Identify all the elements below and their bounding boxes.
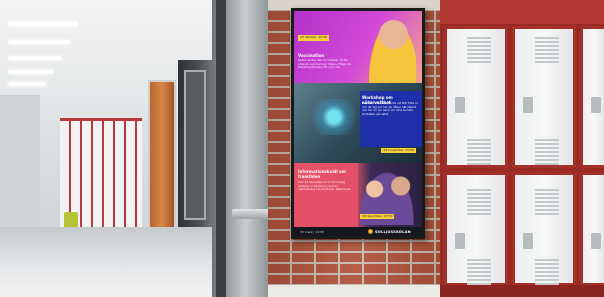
sun-logo-icon	[368, 229, 373, 234]
locker-door	[580, 26, 604, 168]
hallway-floor	[0, 227, 212, 297]
tile-date: 18 december, 17:30	[360, 213, 395, 219]
steel-door-frame	[212, 0, 276, 297]
locker-latch	[523, 97, 533, 113]
ceiling-light	[8, 70, 54, 74]
far-wall	[0, 95, 40, 245]
locker-door	[444, 26, 508, 168]
locker-door	[580, 172, 604, 286]
tile-date: 23 oktober, 14:30	[298, 35, 329, 41]
ceiling-light	[8, 40, 70, 44]
signage-tile-workshop: Workshop om näturvetthet Den 13 november…	[294, 83, 422, 163]
tile-body: Den 13 november 15:00 vid BIP. Titta in …	[362, 101, 418, 116]
signage-footer: 15 mars | 14:55 SOLLJUSSKOLAN	[294, 227, 422, 236]
locker-door	[512, 26, 576, 168]
floor-strip	[268, 285, 440, 297]
digital-signage-display: 23 oktober, 14:30 Vaccination Nästa veck…	[291, 8, 425, 239]
locker-bank	[440, 0, 604, 297]
locker-latch	[523, 233, 533, 249]
locker-latch	[455, 97, 465, 113]
locker-door	[444, 172, 508, 286]
tile-heading: Informationskväll om framtiden	[298, 169, 346, 179]
hallway-background	[0, 0, 212, 297]
ceiling-light	[8, 82, 46, 86]
student-photo	[366, 15, 416, 83]
school-hallway-scene: 23 oktober, 14:30 Vaccination Nästa veck…	[0, 0, 604, 297]
tile-body: Nästa vecka, den 23 oktober 14:30, erbju…	[298, 58, 352, 70]
locker-latch	[591, 97, 601, 113]
signage-tile-vaccination: 23 oktober, 14:30 Vaccination Nästa veck…	[294, 11, 422, 83]
locker-latch	[591, 233, 601, 249]
locker-latch	[455, 233, 465, 249]
hologram-photo	[312, 99, 356, 135]
footer-datetime: 15 mars | 14:55	[300, 229, 324, 234]
tile-date: 13 november, 15:00	[381, 147, 416, 153]
ceiling-light	[8, 22, 78, 26]
tile-body: Den 18 december kl 17:30 lördag avslutas…	[298, 180, 351, 192]
school-brand: SOLLJUSSKOLAN	[375, 229, 411, 234]
ceiling-light	[8, 56, 62, 60]
locker-door	[512, 172, 576, 286]
signage-tile-info-evening: Informationskväll om framtiden Den 18 de…	[294, 163, 422, 227]
